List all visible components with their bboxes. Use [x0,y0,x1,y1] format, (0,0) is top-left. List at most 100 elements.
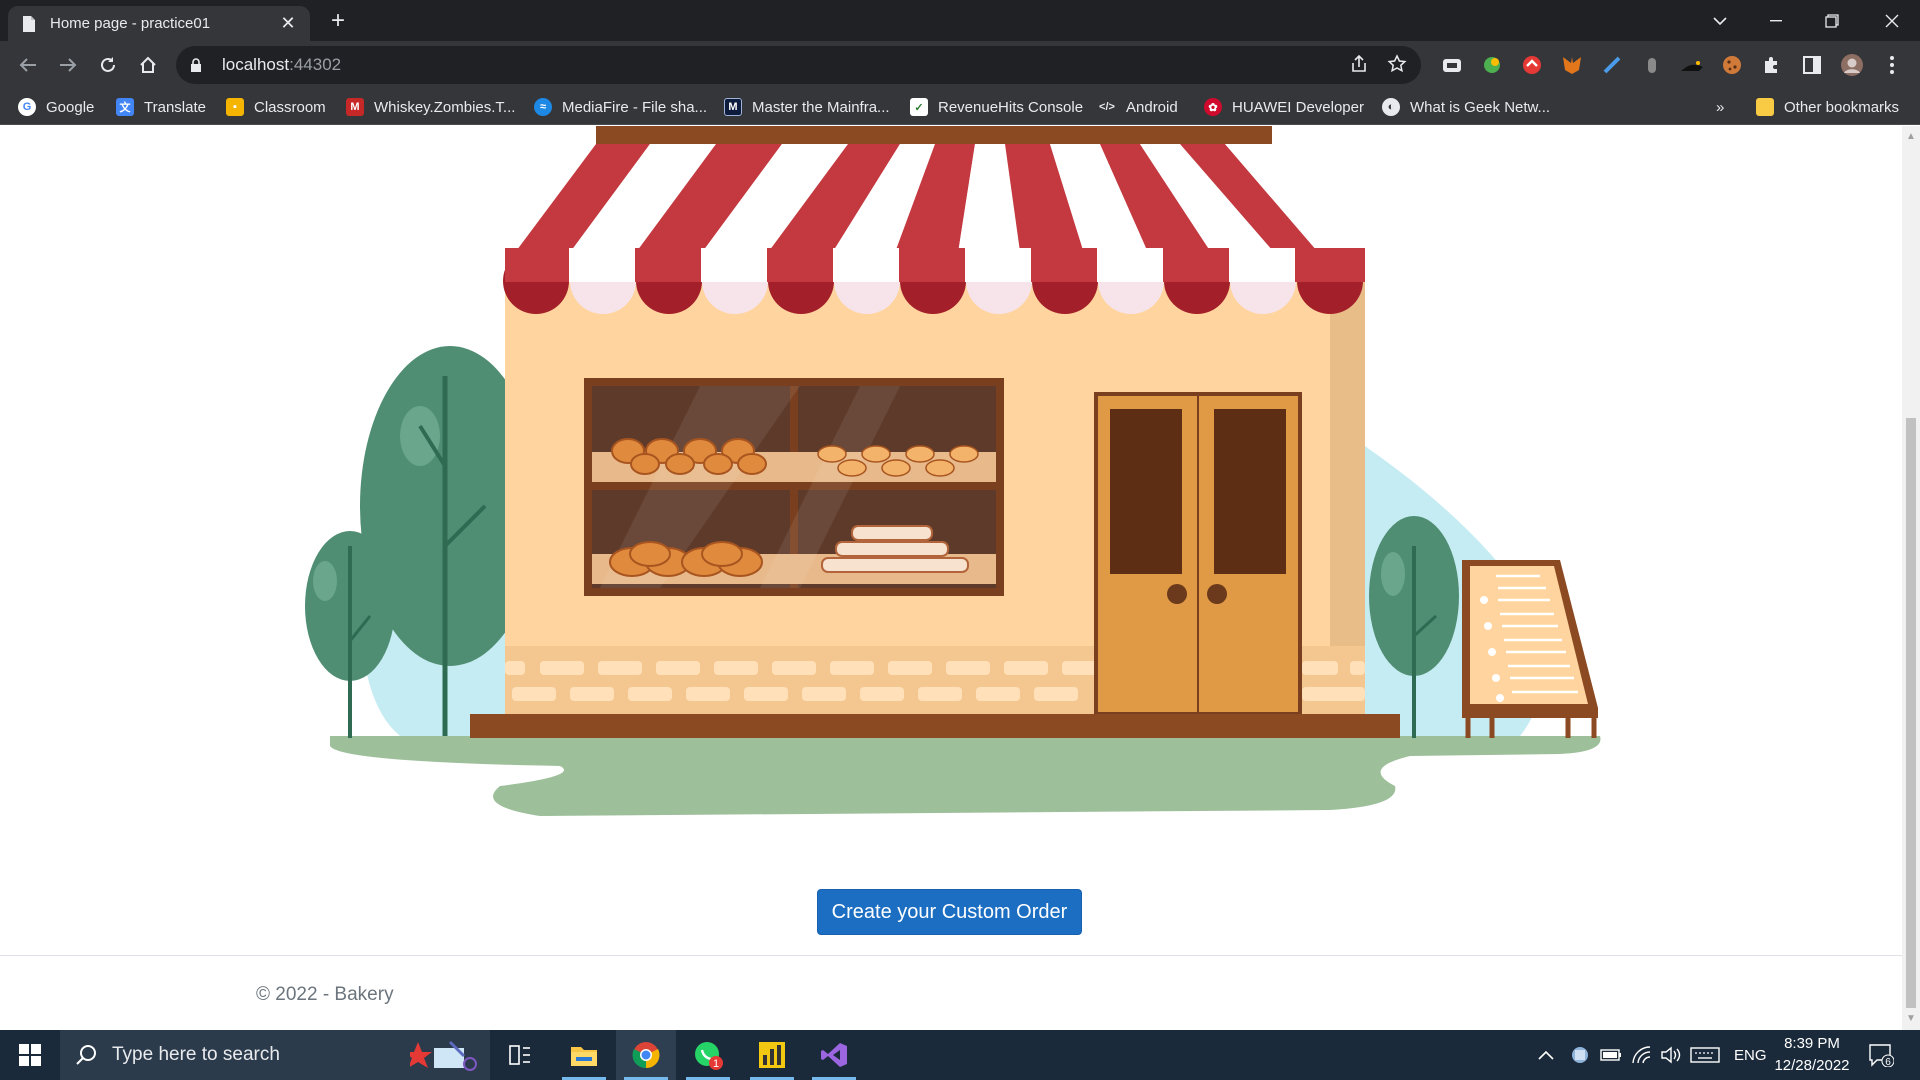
taskbar-search-box[interactable]: Type here to search [60,1030,490,1080]
tab-search-icon[interactable] [1692,0,1748,41]
back-icon[interactable] [14,51,42,79]
bookmark-mediafire[interactable]: ≈ MediaFire - File sha... [534,95,707,119]
tab-close-icon[interactable]: ✕ [278,13,298,34]
whatsapp-badge: 1 [713,1058,719,1070]
lock-icon [190,57,208,73]
mega-icon: M [346,98,364,116]
code-icon: </> [1099,101,1115,113]
keyboard-icon[interactable] [1690,1030,1720,1080]
bookmark-label: Translate [144,98,206,116]
home-icon[interactable] [134,51,162,79]
bookmark-label: What is Geek Netw... [1410,98,1551,116]
metamask-icon[interactable] [1560,53,1584,77]
whatsapp-icon[interactable]: 1 [678,1030,738,1080]
page-content: Create your Custom Order © 2022 - Bakery [0,126,1902,1030]
bookmarks-overflow-icon[interactable]: » [1716,95,1724,119]
scroll-up-icon[interactable]: ▲ [1906,132,1916,142]
bookmark-label: Master the Mainfra... [752,98,890,116]
bookmark-label: Other bookmarks [1784,98,1900,116]
side-panel-icon[interactable] [1800,53,1824,77]
bookmark-whiskey-zombies[interactable]: M Whiskey.Zombies.T... [346,95,515,119]
search-placeholder: Type here to search [112,1044,280,1065]
reload-icon[interactable] [94,51,122,79]
forward-icon[interactable] [54,51,82,79]
mainframe-icon: M [724,98,742,116]
power-bi-icon[interactable] [742,1030,802,1080]
system-clock[interactable]: 8:39 PM 12/28/2022 [1770,1033,1854,1077]
folder-icon [1756,98,1774,116]
bookmark-label: MediaFire - File sha... [562,98,708,116]
puzzle-icon[interactable] [1760,53,1784,77]
classroom-icon: ▪ [226,98,244,116]
bookmark-label: HUAWEI Developer [1232,98,1364,116]
overflow-label: » [1716,98,1725,116]
new-tab-icon[interactable]: + [325,8,351,34]
extension-icon[interactable] [1600,53,1624,77]
bookmark-revenuehits[interactable]: ✓ RevenueHits Console [910,95,1083,119]
volume-icon[interactable] [1660,1030,1682,1080]
footer-divider [0,955,1902,956]
create-custom-order-button[interactable]: Create your Custom Order [817,889,1082,935]
chrome-icon[interactable] [616,1030,676,1080]
minimize-icon[interactable] [1748,0,1804,41]
bookmark-android[interactable]: </> Android [1098,95,1178,119]
bookmark-label: Classroom [254,98,326,116]
clock-date: 12/28/2022 [1774,1057,1850,1074]
visual-studio-icon[interactable] [804,1030,864,1080]
translate-icon: 文 [116,98,134,116]
bookmark-google[interactable]: G Google [18,95,94,119]
task-view-icon[interactable] [490,1030,550,1080]
close-window-icon[interactable] [1864,0,1920,41]
globe-icon: ◐ [1382,98,1400,116]
bookmark-huawei[interactable]: ✿ HUAWEI Developer [1204,95,1364,119]
windows-start-icon[interactable] [0,1030,60,1080]
bookmark-classroom[interactable]: ▪ Classroom [226,95,326,119]
checkmark-icon: ✓ [910,98,928,116]
browser-tab[interactable]: Home page - practice01 ✕ [8,6,310,41]
bookmark-label: Android [1126,98,1178,116]
search-highlights-icon [404,1038,480,1078]
extension-icon[interactable] [1440,53,1464,77]
bookmarks-bar: G Google 文 Translate ▪ Classroom M Whisk… [0,89,1920,125]
tray-chevron-icon[interactable] [1538,1030,1554,1080]
scrollbar-thumb[interactable] [1906,418,1916,1008]
mediafire-icon: ≈ [534,98,552,116]
huawei-icon: ✿ [1204,98,1222,116]
bookmark-label: Google [46,98,95,116]
share-icon[interactable] [1349,54,1369,79]
extension-icon[interactable] [1480,53,1504,77]
wifi-icon[interactable] [1632,1030,1652,1080]
bookmark-geek-network[interactable]: ◐ What is Geek Netw... [1382,95,1550,119]
language-indicator[interactable]: ENG [1734,1030,1767,1080]
extension-icon[interactable] [1640,53,1664,77]
other-bookmarks[interactable]: Other bookmarks [1756,95,1899,119]
notification-icon[interactable]: 6 [1868,1030,1894,1080]
search-icon [76,1044,98,1066]
bookmark-label: RevenueHits Console [938,98,1084,116]
scroll-down-icon[interactable]: ▼ [1906,1014,1916,1024]
bookmark-label: Whiskey.Zombies.T... [374,98,516,116]
url-port: :44302 [289,55,342,74]
extension-icon[interactable] [1680,53,1704,77]
address-bar[interactable]: localhost:44302 [176,46,1421,84]
bakery-shop-illustration [305,126,1601,816]
windows-taskbar: Type here to search 1 ENG 8:39 PM 12/28/… [0,1030,1920,1080]
profile-avatar[interactable] [1840,53,1864,77]
file-explorer-icon[interactable] [554,1030,614,1080]
tray-app-icon[interactable] [1570,1030,1590,1080]
restore-icon[interactable] [1804,0,1860,41]
google-icon: G [18,98,36,116]
cookie-icon[interactable] [1720,53,1744,77]
battery-icon[interactable] [1600,1030,1622,1080]
footer-copyright: © 2022 - Bakery [256,984,394,1005]
bookmark-master-mainframe[interactable]: M Master the Mainfra... [724,95,890,119]
bookmark-translate[interactable]: 文 Translate [116,95,206,119]
page-scrollbar[interactable]: ▲ ▼ [1902,126,1920,1030]
bookmark-star-icon[interactable] [1387,54,1407,79]
notification-count: 6 [1885,1057,1891,1067]
clock-time: 8:39 PM [1784,1035,1840,1052]
browser-toolbar: localhost:44302 [0,41,1920,89]
tab-title: Home page - practice01 [50,15,211,32]
kebab-menu-icon[interactable] [1880,53,1904,77]
extension-icon[interactable] [1520,53,1544,77]
